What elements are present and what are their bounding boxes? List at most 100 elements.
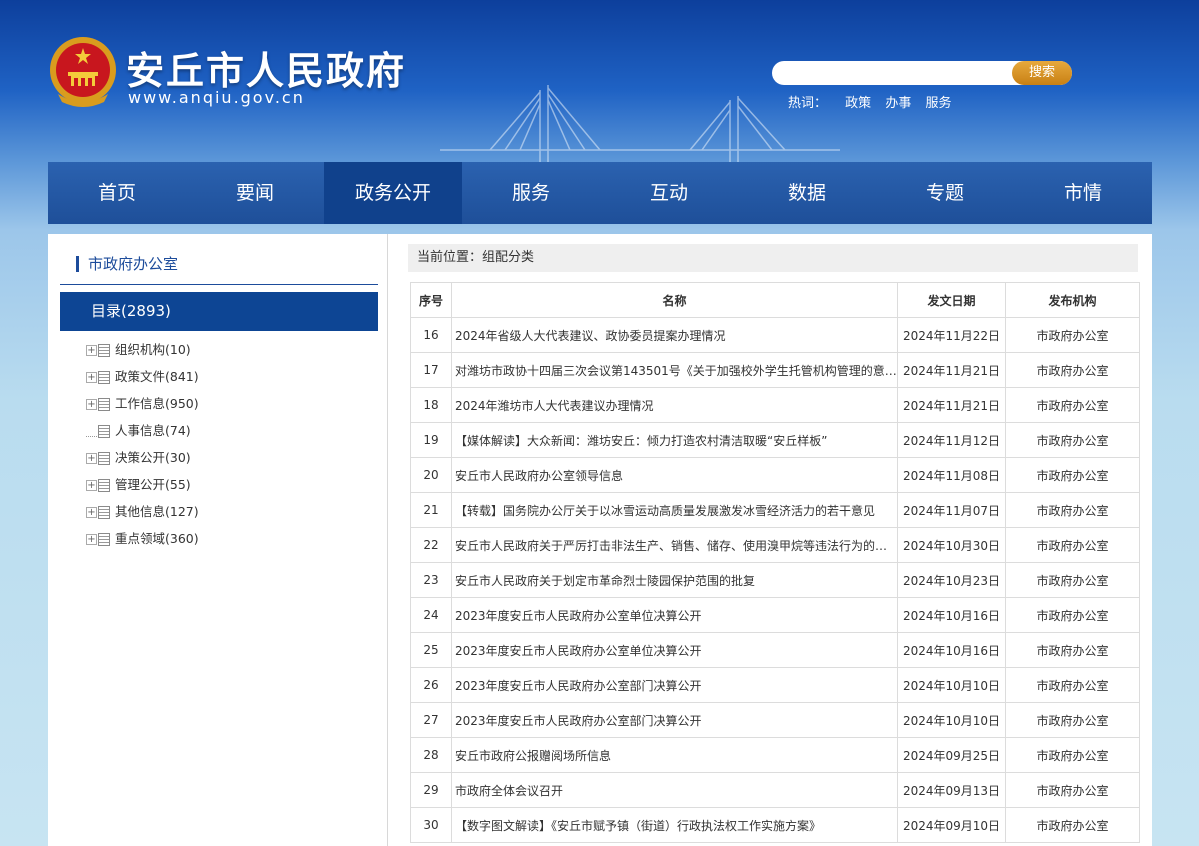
row-date: 2024年10月10日 [897,702,1006,738]
row-date: 2024年09月25日 [897,737,1006,773]
row-index: 29 [410,772,452,808]
row-index: 28 [410,737,452,773]
row-index: 18 [410,387,452,423]
directory-header[interactable]: 目录(2893) [60,292,378,331]
nav-government-affairs[interactable]: 政务公开 [324,162,462,224]
row-date: 2024年10月23日 [897,562,1006,598]
table-row: 18 2024年潍坊市人大代表建议办理情况 2024年11月21日 市政府办公室 [410,387,1140,423]
main-nav: 首页 要闻 政务公开 服务 互动 数据 专题 市情 [48,162,1152,224]
table-row: 19 【媒体解读】大众新闻：潍坊安丘：倾力打造农村清洁取暖“安丘样板” 2024年1… [410,422,1140,458]
nav-data[interactable]: 数据 [738,162,876,224]
table-row: 24 2023年度安丘市人民政府办公室单位决算公开 2024年10月16日 市政府办公… [410,597,1140,633]
table-row: 30 【数字图文解读】《安丘市赋予镇（街道）行政执法权工作实施方案》 2024年09… [410,807,1140,843]
row-publisher: 市政府办公室 [1005,422,1140,458]
tree-item[interactable]: + 组织机构(10) [86,341,199,368]
table-header-row: 序号 名称 发文日期 发布机构 [410,282,1140,318]
sidebar-title: 市政府办公室 [76,256,178,272]
expand-icon[interactable]: + [86,507,97,518]
row-title-link[interactable]: 2024年省级人大代表建议、政协委员提案办理情况 [451,317,898,353]
document-icon [98,452,110,465]
hot-word-link[interactable]: 办事 [885,96,911,111]
row-date: 2024年11月08日 [897,457,1006,493]
tree-item[interactable]: + 重点领域(360) [86,530,199,557]
row-title-link[interactable]: 2024年潍坊市人大代表建议办理情况 [451,387,898,423]
nav-city-info[interactable]: 市情 [1014,162,1152,224]
tree-item[interactable]: + 决策公开(30) [86,449,199,476]
search-input[interactable] [784,64,1004,82]
table-row: 17 对潍坊市政协十四届三次会议第143501号《关于加强校外学生托管机构管理的意… [410,352,1140,388]
site-header: 安丘市人民政府 www.anqiu.gov.cn 搜索 热词： 政策 办事 服务 [0,0,1199,162]
hot-word-link[interactable]: 政策 [845,96,871,111]
sidebar: 市政府办公室 目录(2893) + 组织机构(10) + 政策文件(841) + 工作信息… [48,234,388,846]
main-panel: 市政府办公室 目录(2893) + 组织机构(10) + 政策文件(841) + 工作信息… [48,234,1152,846]
row-date: 2024年10月16日 [897,632,1006,668]
expand-icon[interactable]: + [86,480,97,491]
col-header-index: 序号 [410,282,452,318]
row-title-link[interactable]: 2023年度安丘市人民政府办公室部门决算公开 [451,702,898,738]
row-publisher: 市政府办公室 [1005,352,1140,388]
row-date: 2024年10月16日 [897,597,1006,633]
table-row: 16 2024年省级人大代表建议、政协委员提案办理情况 2024年11月22日 市政府… [410,317,1140,353]
col-header-publisher: 发布机构 [1005,282,1140,318]
row-index: 16 [410,317,452,353]
nav-topics[interactable]: 专题 [876,162,1014,224]
tree-item[interactable]: + 管理公开(55) [86,476,199,503]
tree-item-label[interactable]: 政策文件(841) [115,368,199,386]
row-index: 27 [410,702,452,738]
row-title-link[interactable]: 安丘市政府公报赠阅场所信息 [451,737,898,773]
row-title-link[interactable]: 对潍坊市政协十四届三次会议第143501号《关于加强校外学生托管机构管理的意… [451,352,898,388]
nav-home[interactable]: 首页 [48,162,186,224]
row-index: 20 [410,457,452,493]
row-title-link[interactable]: 【媒体解读】大众新闻：潍坊安丘：倾力打造农村清洁取暖“安丘样板” [451,422,898,458]
row-title-link[interactable]: 2023年度安丘市人民政府办公室部门决算公开 [451,667,898,703]
col-header-date: 发文日期 [897,282,1006,318]
tree-item-label[interactable]: 其他信息(127) [115,503,199,521]
breadcrumb: 当前位置：组配分类 [408,244,1138,272]
row-title-link[interactable]: 2023年度安丘市人民政府办公室单位决算公开 [451,632,898,668]
row-title-link[interactable]: 【转载】国务院办公厅关于以冰雪运动高质量发展激发冰雪经济活力的若干意见 [451,492,898,528]
row-title-link[interactable]: 安丘市人民政府办公室领导信息 [451,457,898,493]
table-row: 26 2023年度安丘市人民政府办公室部门决算公开 2024年10月10日 市政府办公… [410,667,1140,703]
document-icon [98,371,110,384]
site-url: www.anqiu.gov.cn [128,88,305,107]
tree-item[interactable]: + 政策文件(841) [86,368,199,395]
expand-icon[interactable]: + [86,345,97,356]
row-date: 2024年10月10日 [897,667,1006,703]
tree-item-label[interactable]: 人事信息(74) [115,422,191,440]
row-publisher: 市政府办公室 [1005,632,1140,668]
nav-news[interactable]: 要闻 [186,162,324,224]
row-title-link[interactable]: 2023年度安丘市人民政府办公室单位决算公开 [451,597,898,633]
nav-interaction[interactable]: 互动 [600,162,738,224]
tree-item-label[interactable]: 工作信息(950) [115,395,199,413]
tree-item-label[interactable]: 决策公开(30) [115,449,191,467]
table-row: 28 安丘市政府公报赠阅场所信息 2024年09月25日 市政府办公室 [410,737,1140,773]
tree-item[interactable]: 人事信息(74) [86,422,199,449]
row-title-link[interactable]: 市政府全体会议召开 [451,772,898,808]
document-icon [98,533,110,546]
row-publisher: 市政府办公室 [1005,772,1140,808]
row-publisher: 市政府办公室 [1005,492,1140,528]
table-row: 21 【转载】国务院办公厅关于以冰雪运动高质量发展激发冰雪经济活力的若干意见 202… [410,492,1140,528]
sidebar-divider [60,284,378,285]
row-title-link[interactable]: 安丘市人民政府关于划定市革命烈士陵园保护范围的批复 [451,562,898,598]
tree-item-label[interactable]: 组织机构(10) [115,341,191,359]
hot-word-link[interactable]: 服务 [925,96,951,111]
nav-services[interactable]: 服务 [462,162,600,224]
row-index: 22 [410,527,452,563]
row-title-link[interactable]: 安丘市人民政府关于严厉打击非法生产、销售、储存、使用溴甲烷等违法行为的… [451,527,898,563]
document-icon [98,398,110,411]
row-index: 30 [410,807,452,843]
row-title-link[interactable]: 【数字图文解读】《安丘市赋予镇（街道）行政执法权工作实施方案》 [451,807,898,843]
expand-icon[interactable]: + [86,534,97,545]
expand-icon[interactable]: + [86,372,97,383]
tree-item[interactable]: + 工作信息(950) [86,395,199,422]
tree-item-label[interactable]: 重点领域(360) [115,530,199,548]
expand-icon[interactable]: + [86,399,97,410]
tree-item-label[interactable]: 管理公开(55) [115,476,191,494]
search-button[interactable]: 搜索 [1012,61,1072,85]
row-date: 2024年11月21日 [897,387,1006,423]
expand-icon[interactable]: + [86,453,97,464]
row-publisher: 市政府办公室 [1005,527,1140,563]
tree-item[interactable]: + 其他信息(127) [86,503,199,530]
national-emblem-logo [50,37,116,107]
